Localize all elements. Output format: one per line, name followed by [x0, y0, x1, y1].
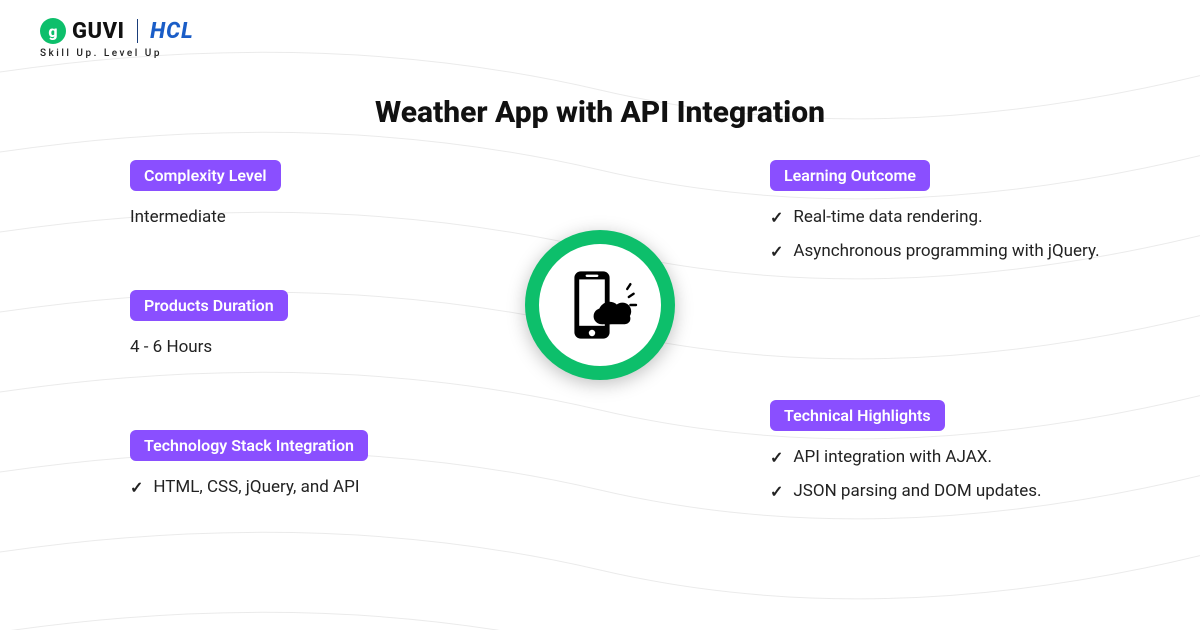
check-icon: ✓ [770, 205, 783, 231]
badge-duration: Products Duration [130, 290, 288, 321]
badge-technical: Technical Highlights [770, 400, 945, 431]
check-icon: ✓ [770, 445, 783, 471]
center-icon-circle [525, 230, 675, 380]
page-title: Weather App with API Integration [0, 95, 1200, 130]
hcl-logo: HCL [150, 19, 194, 44]
section-duration: Products Duration 4 - 6 Hours [130, 290, 288, 361]
guvi-logo: g GUVI [40, 18, 125, 44]
list-item: ✓ HTML, CSS, jQuery, and API [130, 475, 368, 501]
list-item-text: API integration with AJAX. [793, 445, 992, 471]
badge-stack: Technology Stack Integration [130, 430, 368, 461]
tagline: Skill Up. Level Up [40, 48, 194, 59]
check-icon: ✓ [770, 239, 783, 265]
section-stack: Technology Stack Integration ✓ HTML, CSS… [130, 430, 368, 509]
list-item: ✓ API integration with AJAX. [770, 445, 1041, 471]
list-item-text: JSON parsing and DOM updates. [793, 479, 1041, 505]
check-icon: ✓ [770, 479, 783, 505]
list-item-text: Real-time data rendering. [793, 205, 982, 231]
technical-list: ✓ API integration with AJAX. ✓ JSON pars… [770, 445, 1041, 504]
duration-value: 4 - 6 Hours [130, 335, 288, 361]
complexity-value: Intermediate [130, 205, 281, 231]
guvi-mark-icon: g [40, 18, 66, 44]
list-item-text: HTML, CSS, jQuery, and API [153, 475, 359, 501]
guvi-wordmark: GUVI [72, 19, 125, 44]
badge-complexity: Complexity Level [130, 160, 281, 191]
list-item-text: Asynchronous programming with jQuery. [793, 239, 1099, 265]
section-complexity: Complexity Level Intermediate [130, 160, 281, 231]
logo-divider [137, 19, 139, 43]
badge-learning: Learning Outcome [770, 160, 930, 191]
learning-list: ✓ Real-time data rendering. ✓ Asynchrono… [770, 205, 1100, 264]
check-icon: ✓ [130, 475, 143, 501]
brand-header: g GUVI HCL Skill Up. Level Up [40, 18, 194, 59]
mobile-weather-icon [560, 265, 640, 345]
stack-list: ✓ HTML, CSS, jQuery, and API [130, 475, 368, 501]
list-item: ✓ Asynchronous programming with jQuery. [770, 239, 1100, 265]
section-technical: Technical Highlights ✓ API integration w… [770, 400, 1041, 512]
list-item: ✓ Real-time data rendering. [770, 205, 1100, 231]
list-item: ✓ JSON parsing and DOM updates. [770, 479, 1041, 505]
section-learning: Learning Outcome ✓ Real-time data render… [770, 160, 1100, 272]
